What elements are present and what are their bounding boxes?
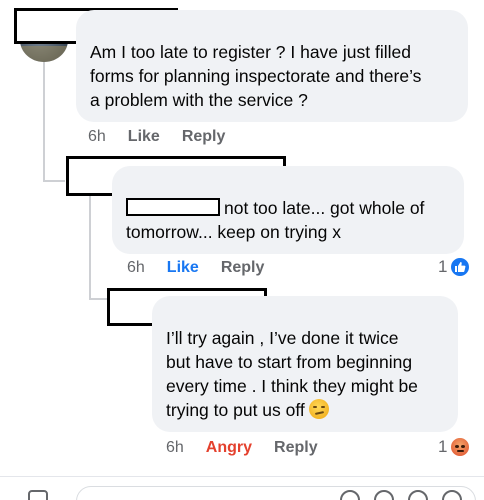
- reply-text-line: I’ll try again , I’ve done it twice: [166, 328, 399, 348]
- reply-actions: 6h Like Reply: [127, 259, 286, 277]
- reaction-count-number: 1: [438, 257, 448, 276]
- like-button[interactable]: Like: [128, 128, 160, 146]
- reply-text-line: but have to start from beginning: [166, 352, 413, 372]
- timestamp[interactable]: 6h: [88, 128, 106, 146]
- reaction-count[interactable]: 1: [438, 437, 471, 457]
- reply-text-line: tomorrow... keep on trying x: [126, 222, 341, 242]
- redacted-mention: [126, 198, 220, 216]
- reply-text: not too late... got whole of: [224, 198, 425, 218]
- reply-text-line: trying to put us off: [166, 398, 450, 422]
- attach-icon[interactable]: [28, 490, 48, 500]
- angry-reaction-icon: [450, 437, 471, 457]
- reply-button[interactable]: Reply: [221, 259, 265, 277]
- reaction-count[interactable]: 1: [438, 257, 471, 277]
- thread-line-main: [43, 62, 45, 182]
- reply-button[interactable]: Reply: [274, 439, 318, 457]
- comment-text-line: Am I too late to register ? I have just …: [90, 42, 411, 62]
- comment-actions: 6h Like Reply: [88, 128, 247, 146]
- like-reaction-icon: [450, 257, 471, 277]
- thread-line-reply-branch: [89, 298, 107, 300]
- thread-line-branch: [43, 180, 65, 182]
- reaction-count-number: 1: [438, 437, 448, 456]
- like-button[interactable]: Like: [167, 259, 199, 277]
- comment-text-line: a problem with the service ?: [90, 90, 308, 110]
- reply-text-line: every time . I think they might be: [166, 376, 418, 396]
- timestamp[interactable]: 6h: [166, 439, 184, 457]
- comment-text-line: forms for planning inspectorate and ther…: [90, 66, 422, 86]
- smirking-face-emoji: [308, 399, 329, 419]
- reply-text-line: not too late... got whole of: [126, 196, 454, 220]
- angry-reaction-button[interactable]: Angry: [206, 439, 252, 457]
- reply-bubble: I’ll try again , I’ve done it twice but …: [152, 296, 458, 432]
- thread-line-reply: [89, 196, 91, 300]
- reply-bubble: not too late... got whole of tomorrow...…: [112, 166, 464, 254]
- reply-button[interactable]: Reply: [182, 128, 226, 146]
- timestamp[interactable]: 6h: [127, 259, 145, 277]
- reply-actions: 6h Angry Reply: [166, 439, 340, 457]
- comment-bubble: Am I too late to register ? I have just …: [76, 10, 468, 122]
- reply-text: trying to put us off: [166, 400, 305, 420]
